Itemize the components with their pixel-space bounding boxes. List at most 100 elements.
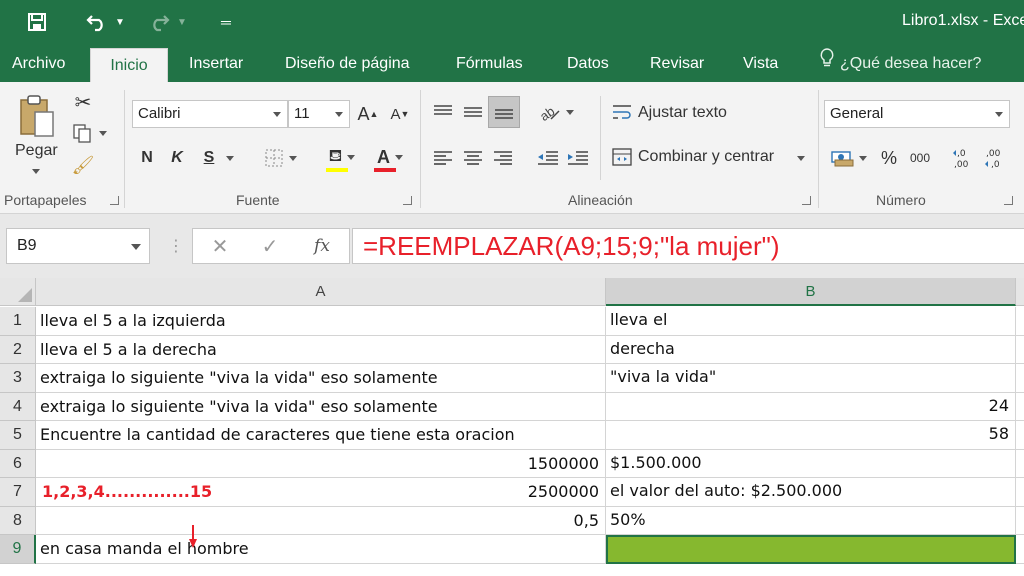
- row-header-6[interactable]: 6: [0, 449, 36, 478]
- row-header-8[interactable]: 8: [0, 506, 36, 535]
- cell-b2[interactable]: derecha: [606, 335, 1016, 364]
- formula-bar-grip[interactable]: ⋮: [168, 236, 184, 256]
- cell-a2[interactable]: lleva el 5 a la derecha: [36, 335, 606, 364]
- select-all-button[interactable]: [0, 278, 36, 306]
- tab-diseno-de-pagina[interactable]: Diseño de página: [273, 44, 422, 82]
- tab-archivo[interactable]: Archivo: [0, 44, 77, 82]
- copy-icon[interactable]: [68, 120, 110, 146]
- font-launcher-icon[interactable]: [403, 196, 412, 205]
- align-right-icon[interactable]: [490, 144, 516, 172]
- cell-b7[interactable]: el valor del auto: $2.500.000: [606, 478, 1016, 507]
- cell-b6[interactable]: $1.500.000: [606, 449, 1016, 478]
- name-box[interactable]: B9: [6, 228, 150, 264]
- row-header-7[interactable]: 7: [0, 478, 36, 507]
- tab-inicio[interactable]: Inicio: [90, 48, 168, 82]
- increase-font-icon[interactable]: A ▲: [356, 100, 380, 128]
- font-size-select[interactable]: 11: [288, 100, 350, 128]
- thousands-separator-button[interactable]: 000: [906, 144, 934, 172]
- cell-a9[interactable]: en casa manda el hombre: [36, 535, 606, 564]
- cancel-entry-icon[interactable]: ✕: [205, 229, 235, 263]
- align-middle-icon[interactable]: [460, 98, 486, 126]
- redo-icon[interactable]: [146, 8, 172, 36]
- cell-a3[interactable]: extraiga lo siguiente "viva la vida" eso…: [36, 364, 606, 393]
- tab-revisar[interactable]: Revisar: [638, 44, 716, 82]
- row-header-4[interactable]: 4: [0, 392, 36, 421]
- column-header-c[interactable]: [1016, 278, 1024, 306]
- formula-input[interactable]: =REEMPLAZAR(A9;15;9;"la mujer"): [352, 228, 1024, 264]
- cell-c5[interactable]: [1016, 421, 1024, 450]
- align-center-icon[interactable]: [460, 144, 486, 172]
- cut-icon[interactable]: ✂: [70, 90, 96, 114]
- cell-a8[interactable]: 0,5: [36, 506, 606, 535]
- cell-c4[interactable]: [1016, 393, 1024, 421]
- decrease-indent-icon[interactable]: [534, 144, 562, 172]
- cell-c7[interactable]: [1016, 478, 1024, 507]
- accounting-format-icon[interactable]: [826, 144, 870, 172]
- number-launcher-icon[interactable]: [1004, 196, 1013, 205]
- cell-b1[interactable]: lleva el: [606, 307, 1016, 336]
- redo-dropdown-icon[interactable]: ▼: [174, 8, 190, 36]
- underline-dropdown[interactable]: [222, 144, 238, 172]
- bold-button[interactable]: N: [136, 144, 158, 172]
- tell-me-box[interactable]: ¿Qué desea hacer?: [820, 44, 981, 82]
- cell-c1[interactable]: [1016, 307, 1024, 336]
- cell-c9[interactable]: [1016, 535, 1024, 564]
- italic-button[interactable]: K: [166, 144, 188, 172]
- paste-dropdown[interactable]: [30, 166, 42, 176]
- merge-dropdown[interactable]: [794, 144, 808, 172]
- alignment-launcher-icon[interactable]: [802, 196, 811, 205]
- cell-b8[interactable]: 50%: [606, 506, 1016, 535]
- align-top-icon[interactable]: [430, 98, 456, 126]
- cell-b5[interactable]: 58: [606, 421, 1016, 450]
- clipboard-launcher-icon[interactable]: [110, 196, 119, 205]
- increase-indent-icon[interactable]: [564, 144, 592, 172]
- undo-dropdown-icon[interactable]: ▼: [112, 8, 128, 36]
- cell-b3[interactable]: "viva la vida": [606, 364, 1016, 393]
- insert-function-button[interactable]: fx: [307, 229, 337, 263]
- paste-button[interactable]: Pegar: [15, 142, 58, 160]
- cell-c2[interactable]: [1016, 336, 1024, 364]
- tab-vista[interactable]: Vista: [731, 44, 790, 82]
- row-header-9[interactable]: 9: [0, 535, 36, 564]
- format-painter-icon[interactable]: 🖌: [70, 152, 96, 178]
- cell-b9[interactable]: [606, 535, 1016, 564]
- cell-c8[interactable]: [1016, 507, 1024, 535]
- customize-toolbar-icon[interactable]: ═: [216, 8, 236, 36]
- cell-c3[interactable]: [1016, 364, 1024, 393]
- merge-center-icon[interactable]: [610, 144, 634, 170]
- column-header-a[interactable]: A: [36, 278, 606, 306]
- merge-center-button[interactable]: Combinar y centrar: [638, 148, 774, 166]
- cell-a5[interactable]: Encuentre la cantidad de caracteres que …: [36, 421, 606, 450]
- tab-datos[interactable]: Datos: [555, 44, 621, 82]
- row-header-1[interactable]: 1: [0, 307, 36, 336]
- cell-b4[interactable]: 24: [606, 392, 1016, 421]
- cell-a6[interactable]: 1500000: [36, 449, 606, 478]
- underline-button[interactable]: S: [198, 144, 220, 172]
- row-header-3[interactable]: 3: [0, 364, 36, 393]
- undo-icon[interactable]: [84, 8, 110, 36]
- row-header-5[interactable]: 5: [0, 421, 36, 450]
- row-header-2[interactable]: 2: [0, 335, 36, 364]
- tab-formulas[interactable]: Fórmulas: [444, 44, 535, 82]
- align-bottom-icon[interactable]: [488, 96, 520, 128]
- paste-icon[interactable]: [14, 90, 60, 142]
- font-name-select[interactable]: Calibri: [132, 100, 288, 128]
- font-color-icon[interactable]: A: [368, 144, 412, 174]
- increase-decimal-icon[interactable]: ,0,00: [950, 144, 976, 172]
- cell-a1[interactable]: lleva el 5 a la izquierda: [36, 307, 606, 336]
- confirm-entry-icon[interactable]: ✓: [255, 229, 285, 263]
- decrease-decimal-icon[interactable]: ,00,0: [982, 144, 1008, 172]
- borders-icon[interactable]: [258, 144, 302, 172]
- align-left-icon[interactable]: [430, 144, 456, 172]
- cell-c6[interactable]: [1016, 450, 1024, 478]
- cell-a4[interactable]: extraiga lo siguiente "viva la vida" eso…: [36, 392, 606, 421]
- percent-button[interactable]: %: [878, 144, 900, 172]
- wrap-text-icon[interactable]: [610, 100, 634, 126]
- column-header-b[interactable]: B: [606, 278, 1016, 306]
- tab-insertar[interactable]: Insertar: [177, 44, 255, 82]
- decrease-font-icon[interactable]: A ▼: [388, 100, 412, 128]
- wrap-text-button[interactable]: Ajustar texto: [638, 104, 727, 122]
- save-icon[interactable]: [22, 8, 52, 36]
- orientation-icon[interactable]: ab: [534, 98, 576, 126]
- fill-color-icon[interactable]: ⛾: [318, 144, 366, 174]
